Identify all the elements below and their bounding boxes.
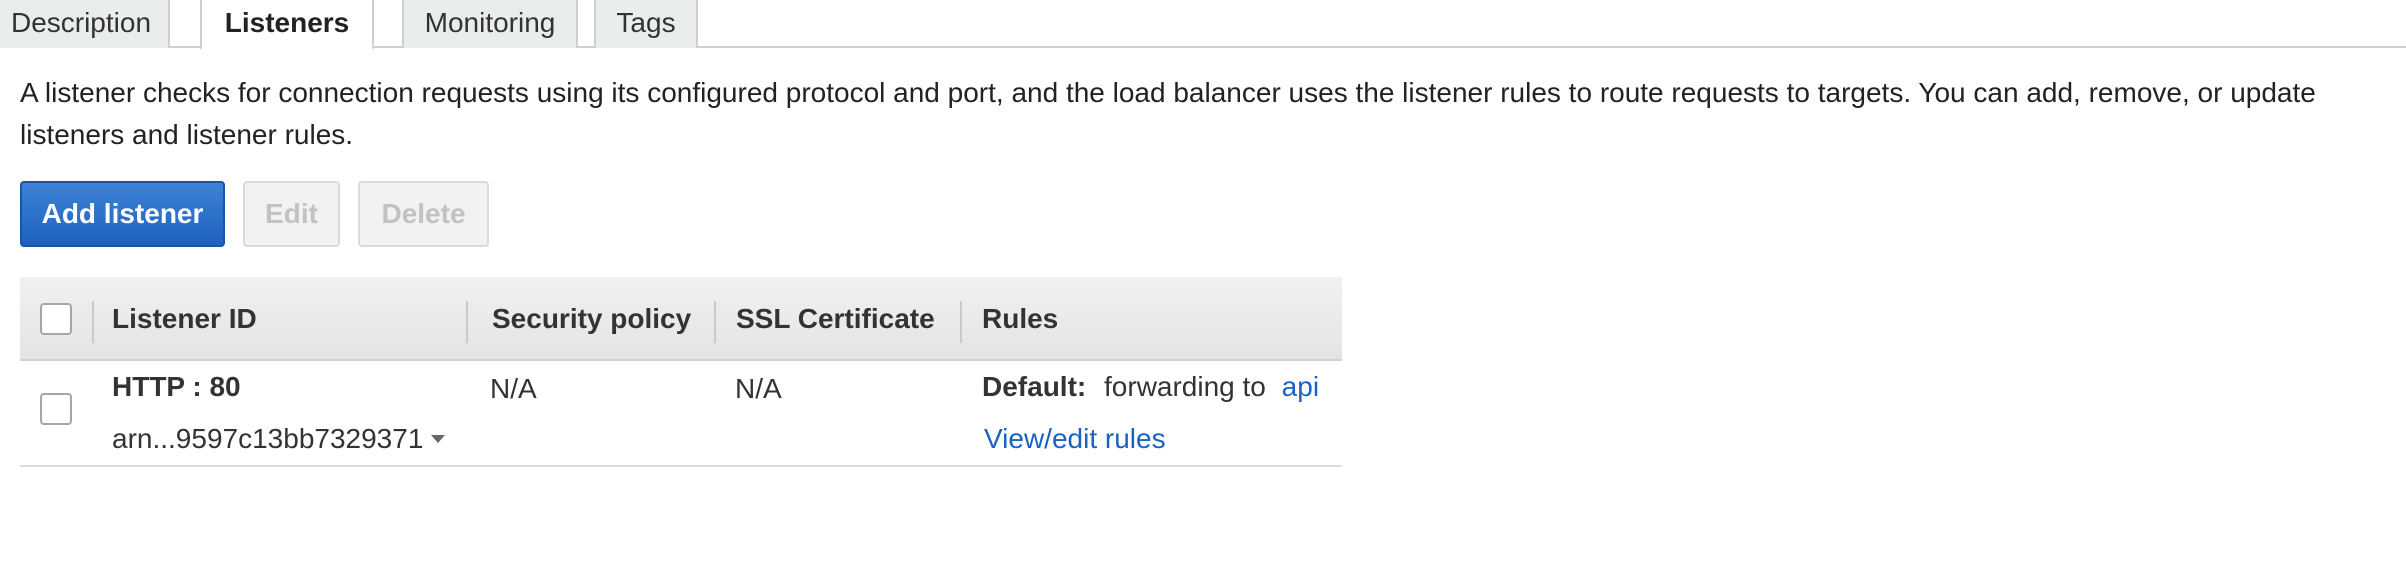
- column-header-rules[interactable]: Rules: [982, 277, 1058, 361]
- tab-description[interactable]: Description: [0, 0, 170, 48]
- listener-protocol-port: HTTP : 80: [112, 371, 241, 402]
- default-rule: Default: forwarding to api: [982, 371, 1319, 403]
- caret-down-icon[interactable]: [431, 434, 446, 443]
- delete-button[interactable]: Delete: [358, 181, 489, 247]
- security-policy-value: N/A: [490, 373, 537, 404]
- column-divider: [714, 301, 716, 343]
- tab-listeners[interactable]: Listeners: [200, 0, 374, 50]
- view-edit-rules-link[interactable]: View/edit rules: [984, 423, 1166, 455]
- row-select-checkbox[interactable]: [40, 393, 72, 425]
- column-divider: [92, 301, 94, 343]
- column-header-security-policy[interactable]: Security policy: [492, 277, 691, 361]
- tab-tags[interactable]: Tags: [594, 0, 698, 48]
- listener-arn-text: arn...9597c13bb7329371: [112, 423, 424, 454]
- column-header-listener-id[interactable]: Listener ID: [112, 277, 257, 361]
- listeners-panel: Description Listeners Monitoring Tags A …: [0, 0, 2406, 564]
- listeners-description-text: A listener checks for connection request…: [20, 77, 2316, 150]
- default-rule-label: Default:: [982, 371, 1087, 402]
- column-divider: [466, 301, 468, 343]
- add-listener-button[interactable]: Add listener: [20, 181, 225, 247]
- listener-arn-dropdown[interactable]: arn...9597c13bb7329371: [112, 423, 446, 455]
- select-all-checkbox[interactable]: [40, 303, 72, 335]
- column-header-ssl-certificate[interactable]: SSL Certificate: [736, 277, 935, 361]
- tab-monitoring[interactable]: Monitoring: [402, 0, 578, 48]
- tab-bar: Description Listeners Monitoring Tags: [0, 0, 2406, 50]
- ssl-certificate-value: N/A: [735, 373, 782, 404]
- table-row[interactable]: HTTP : 80 arn...9597c13bb7329371 N/A N/A…: [20, 363, 1342, 467]
- column-divider: [960, 301, 962, 343]
- default-rule-text: forwarding to: [1104, 371, 1266, 402]
- target-group-link[interactable]: api: [1282, 371, 1319, 402]
- edit-button[interactable]: Edit: [243, 181, 340, 247]
- table-header: Listener ID Security policy SSL Certific…: [20, 277, 1342, 361]
